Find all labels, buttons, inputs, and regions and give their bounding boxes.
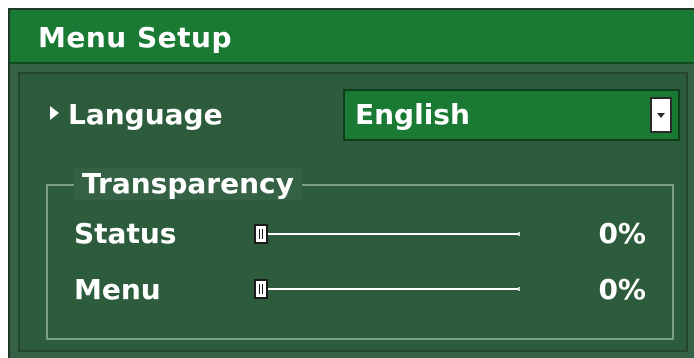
menu-slider-track — [254, 288, 520, 290]
status-label: Status — [74, 217, 177, 250]
menu-setup-dialog: Menu Setup Language English Transparency… — [8, 8, 694, 358]
slider-grip-line — [259, 229, 260, 239]
selection-arrow-icon — [50, 106, 59, 120]
transparency-group — [46, 184, 674, 340]
status-slider-track — [254, 233, 520, 235]
chevron-down-icon — [657, 113, 665, 118]
slider-grip-line — [259, 284, 260, 294]
menu-slider-end-tick — [518, 287, 520, 291]
language-dropdown-button[interactable] — [650, 97, 672, 133]
slider-grip-line — [262, 229, 263, 239]
status-value: 0% — [598, 217, 646, 250]
language-select[interactable]: English — [343, 89, 680, 141]
menu-transparency-slider[interactable] — [254, 279, 520, 299]
slider-grip-line — [262, 284, 263, 294]
menu-slider-thumb[interactable] — [254, 279, 268, 299]
status-slider-thumb[interactable] — [254, 224, 268, 244]
title-bar: Menu Setup — [10, 10, 694, 64]
dialog-title: Menu Setup — [38, 21, 232, 54]
menu-label: Menu — [74, 273, 161, 306]
status-slider-end-tick — [518, 232, 520, 236]
language-label: Language — [68, 98, 223, 131]
screen: Menu Setup Language English Transparency… — [0, 0, 694, 358]
language-select-value: English — [355, 98, 470, 131]
status-transparency-slider[interactable] — [254, 224, 520, 244]
menu-value: 0% — [598, 273, 646, 306]
transparency-legend: Transparency — [74, 168, 302, 200]
